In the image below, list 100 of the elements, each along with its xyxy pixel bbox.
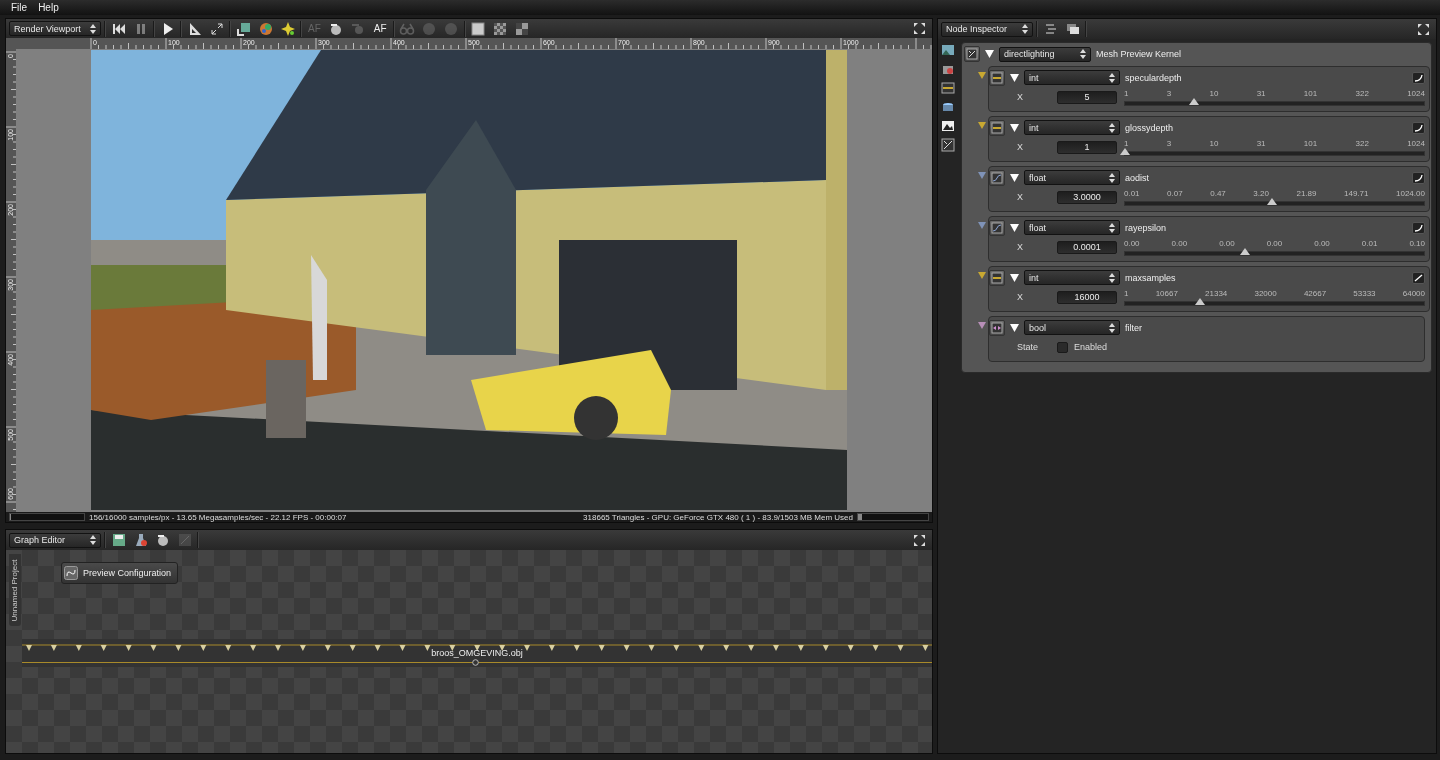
menu-item[interactable]: Help	[33, 0, 65, 15]
field-label: X	[1017, 292, 1024, 302]
collapse-icon[interactable]	[985, 50, 994, 58]
type-dropdown[interactable]: bool	[1024, 320, 1120, 335]
checkbox-label: Enabled	[1074, 342, 1108, 352]
tick-label: 0.00	[1219, 238, 1235, 248]
node-button[interactable]	[989, 169, 1005, 186]
tick-label: 3.20	[1253, 188, 1269, 198]
tick-label: 1024.00	[1396, 188, 1425, 198]
checkbox[interactable]	[1057, 341, 1068, 353]
slider-track[interactable]	[1124, 200, 1425, 206]
maximize-icon[interactable]	[914, 534, 925, 546]
slider-track[interactable]	[1124, 250, 1425, 256]
value-field[interactable]: 1	[1057, 140, 1117, 154]
collapse-icon[interactable]	[1010, 73, 1019, 82]
tick-label: 0.00	[1314, 238, 1330, 248]
maximize-icon[interactable]	[914, 23, 925, 35]
scale-button[interactable]	[1412, 171, 1425, 184]
scale-button[interactable]	[1412, 121, 1425, 134]
scale-button[interactable]	[1412, 71, 1425, 84]
tick-label: 0.00	[1171, 238, 1188, 248]
sparkle-icon	[280, 21, 295, 36]
save-icon	[112, 534, 125, 546]
kernel-dropdown[interactable]: directlighting	[999, 46, 1091, 62]
pin-icon[interactable]	[978, 322, 986, 329]
tick-label: 31	[1256, 138, 1266, 148]
collapse-icon[interactable]	[1010, 323, 1019, 332]
parameter-name: aodist	[1125, 172, 1151, 183]
pin-icon[interactable]	[978, 72, 986, 79]
flask-icon	[135, 534, 147, 546]
updown-arrows-icon	[1022, 24, 1028, 34]
tick-label: 3	[1166, 138, 1172, 148]
maximize-icon[interactable]	[1418, 23, 1429, 35]
graph-node[interactable]: Preview Configuration	[61, 562, 179, 584]
tick-label: 0.10	[1409, 238, 1425, 248]
collapse-icon[interactable]	[1010, 273, 1019, 282]
slider-thumb[interactable]	[1194, 297, 1205, 305]
project-tab[interactable]: Unnamed Project	[9, 554, 21, 626]
autofocus-button[interactable]: AF	[370, 20, 390, 38]
collapse-icon[interactable]	[1010, 123, 1019, 132]
node-button[interactable]	[989, 69, 1005, 86]
tick-label: 31	[1256, 88, 1266, 98]
scale-button[interactable]	[1412, 271, 1425, 284]
updown-arrows-icon	[1109, 222, 1115, 233]
tick-label: 53333	[1353, 288, 1376, 298]
slider-track[interactable]	[1124, 100, 1425, 106]
pin-icon[interactable]	[978, 122, 986, 129]
image-icon	[942, 45, 954, 55]
bar-icon	[991, 72, 1003, 83]
field-label: X	[1017, 92, 1024, 102]
value-field[interactable]: 16000	[1057, 290, 1117, 304]
view-dropdown[interactable]: Graph Editor	[9, 532, 101, 548]
node-button[interactable]	[989, 119, 1005, 136]
slider-thumb[interactable]	[1120, 147, 1130, 155]
scale-button[interactable]	[1412, 221, 1425, 234]
menu-item[interactable]: File	[6, 0, 34, 15]
ruler-triangle-icon	[189, 22, 201, 35]
value-field[interactable]: 0.0001	[1057, 240, 1117, 254]
tick-label: 21.89	[1296, 188, 1317, 198]
collapse-icon[interactable]	[1010, 223, 1019, 232]
type-dropdown[interactable]: float	[1024, 220, 1120, 235]
parameter-name: filter	[1125, 322, 1143, 333]
tick-label: 1	[1124, 138, 1129, 148]
field-label: X	[1017, 242, 1024, 252]
pin-icon[interactable]	[978, 272, 986, 279]
windows-icon	[1066, 24, 1079, 34]
parameter-name: glossydepth	[1125, 122, 1175, 133]
type-dropdown[interactable]: float	[1024, 170, 1120, 185]
slider-thumb[interactable]	[1239, 247, 1250, 255]
type-dropdown[interactable]: int	[1024, 120, 1120, 135]
mesh-node[interactable]: broos_OMGEVING.obj	[22, 639, 932, 667]
slider-track[interactable]	[1124, 300, 1425, 306]
tick-label: 10	[1209, 138, 1219, 148]
play-icon	[163, 22, 173, 35]
node-button[interactable]	[989, 219, 1005, 236]
value-field[interactable]: 5	[1057, 90, 1117, 104]
output-pin-icon[interactable]	[472, 659, 479, 666]
type-dropdown[interactable]: int	[1024, 270, 1120, 285]
view-dropdown[interactable]: Render Viewport	[9, 21, 101, 37]
square-icon	[471, 22, 485, 36]
updown-arrows-icon	[1109, 122, 1115, 133]
tick-label: 0.00	[1124, 238, 1140, 248]
checker-icon	[494, 22, 507, 35]
toolbar-button[interactable]	[234, 20, 253, 38]
updown-arrows-icon	[1109, 322, 1115, 333]
value-field[interactable]: 3.0000	[1057, 190, 1117, 204]
tick-label: 0.47	[1210, 188, 1226, 198]
collapse-icon[interactable]	[1010, 173, 1019, 182]
view-dropdown[interactable]: Node Inspector	[941, 21, 1033, 37]
node-button[interactable]	[989, 319, 1005, 336]
slider-thumb[interactable]	[1188, 97, 1199, 105]
toolbar-button[interactable]	[468, 20, 488, 38]
node-button[interactable]	[964, 46, 980, 62]
node-button[interactable]	[989, 269, 1005, 286]
slider-thumb[interactable]	[1266, 197, 1277, 205]
tick-label: 322	[1355, 88, 1369, 98]
tick-label: 1024	[1407, 138, 1425, 148]
updown-arrows-icon	[1109, 272, 1115, 283]
kernel-label: Mesh Preview Kernel	[1096, 49, 1182, 59]
type-dropdown[interactable]: int	[1024, 70, 1120, 85]
